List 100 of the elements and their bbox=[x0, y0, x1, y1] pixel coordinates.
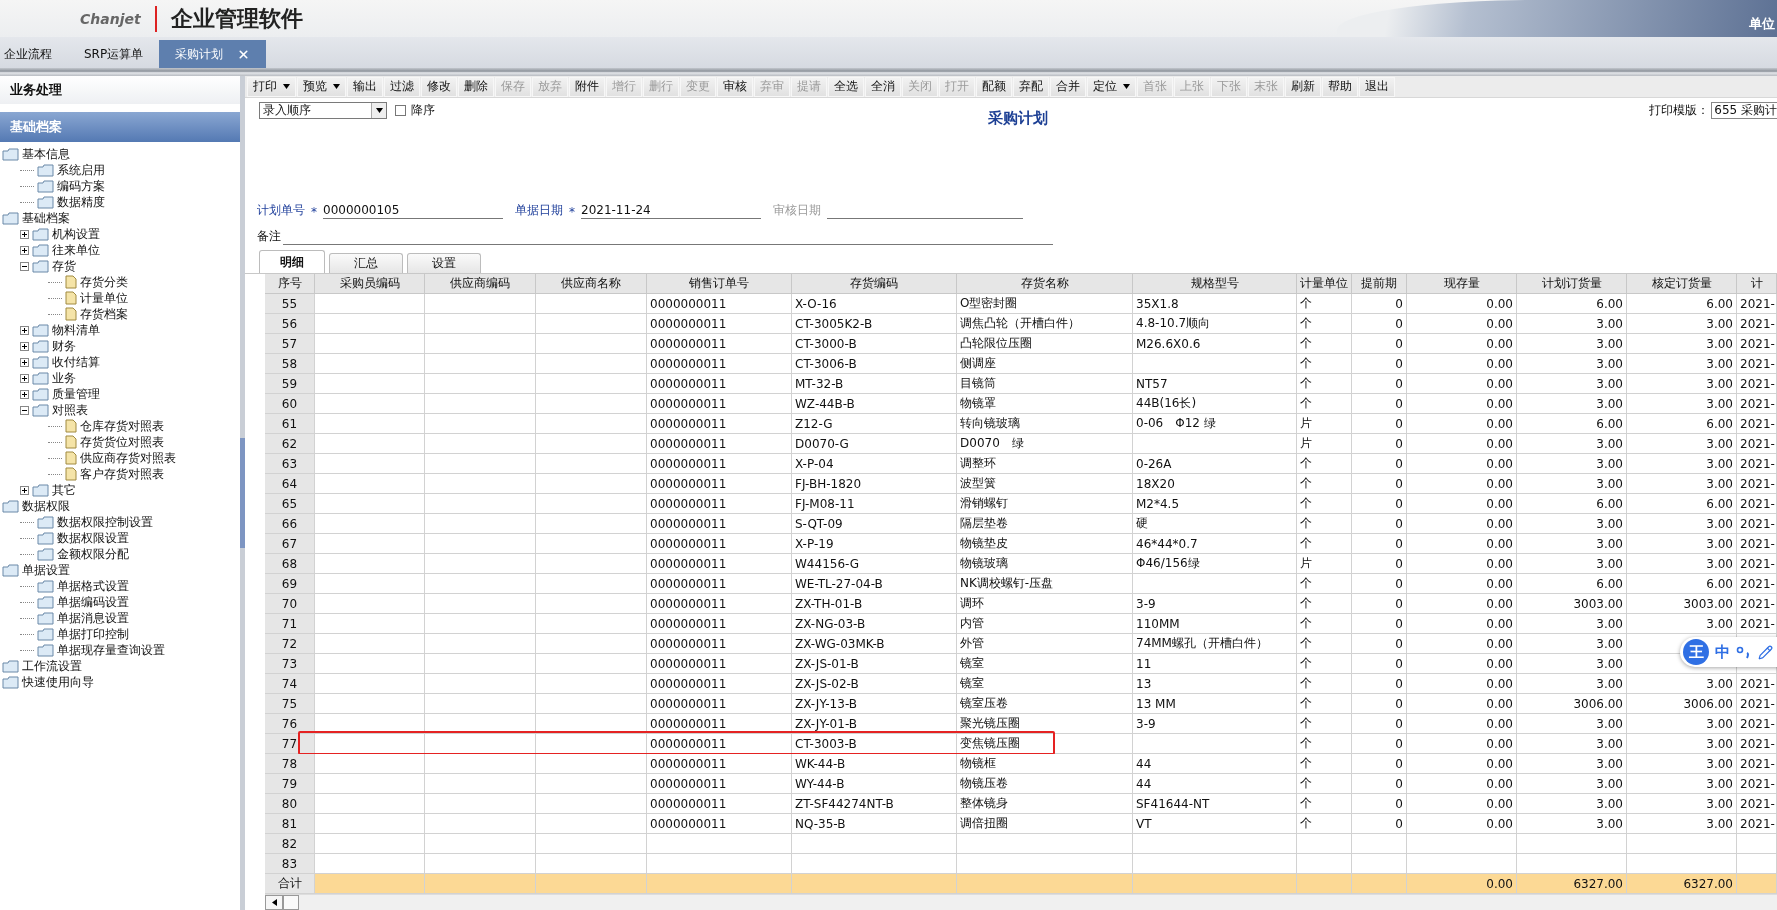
document-tab[interactable]: 企业流程 bbox=[0, 40, 68, 68]
tree-item[interactable]: 往来单位 bbox=[52, 241, 100, 259]
tree-item[interactable]: 数据权限 bbox=[22, 497, 70, 515]
toolbar-button[interactable]: 帮助 bbox=[1322, 76, 1358, 97]
detail-tab[interactable]: 明细 bbox=[259, 250, 325, 273]
tree-item[interactable]: 客户存货对照表 bbox=[80, 465, 164, 483]
table-cell: 2021- bbox=[1737, 534, 1777, 554]
tree-item[interactable]: 仓库存货对照表 bbox=[80, 417, 164, 435]
column-header[interactable]: 计划订货量 bbox=[1517, 274, 1627, 294]
expand-toggle-icon[interactable] bbox=[20, 357, 29, 367]
expand-toggle-icon[interactable] bbox=[20, 341, 29, 351]
toolbar-button[interactable]: 打印 bbox=[247, 76, 296, 97]
toolbar-button[interactable]: 附件 bbox=[569, 76, 605, 97]
table-cell: 6.00 bbox=[1627, 414, 1737, 434]
tree-item[interactable]: 存货 bbox=[52, 257, 76, 275]
tree-item[interactable]: 物料清单 bbox=[52, 321, 100, 339]
descending-checkbox[interactable] bbox=[395, 105, 406, 116]
tree-item[interactable]: 供应商存货对照表 bbox=[80, 449, 176, 467]
toolbar-button[interactable]: 全消 bbox=[865, 76, 901, 97]
toolbar-button[interactable]: 过滤 bbox=[384, 76, 420, 97]
table-cell: 转向镜玻璃 bbox=[957, 414, 1133, 434]
column-header[interactable]: 采购员编码 bbox=[315, 274, 425, 294]
scroll-left-button[interactable] bbox=[265, 895, 283, 910]
toolbar-button[interactable]: 合并 bbox=[1050, 76, 1086, 97]
tree-item[interactable]: 金额权限分配 bbox=[57, 545, 129, 563]
tree-item[interactable]: 数据精度 bbox=[57, 193, 105, 211]
sort-select[interactable]: 录入顺序 bbox=[259, 102, 387, 119]
input-field[interactable]: 0000000105 bbox=[323, 203, 503, 220]
tree-item[interactable]: 单据格式设置 bbox=[57, 577, 129, 595]
toolbar-button[interactable]: 输出 bbox=[347, 76, 383, 97]
column-header[interactable]: 核定订货量 bbox=[1627, 274, 1737, 294]
table-cell: 个 bbox=[1297, 694, 1352, 714]
expand-toggle-icon[interactable] bbox=[20, 229, 29, 239]
collapse-toggle-icon[interactable] bbox=[20, 405, 29, 415]
input-field[interactable]: 2021-11-24 bbox=[581, 203, 761, 220]
tree-item[interactable]: 其它 bbox=[52, 481, 76, 499]
table-cell: 物镜框 bbox=[957, 754, 1133, 774]
toolbar-button[interactable]: 退出 bbox=[1359, 76, 1395, 97]
toolbar-button[interactable]: 配额 bbox=[976, 76, 1012, 97]
tree-item[interactable]: 基础档案 bbox=[22, 209, 70, 227]
toolbar-button[interactable]: 弃配 bbox=[1013, 76, 1049, 97]
detail-tab[interactable]: 汇总 bbox=[329, 253, 403, 273]
expand-toggle-icon[interactable] bbox=[20, 325, 29, 335]
tree-item[interactable]: 工作流设置 bbox=[22, 657, 82, 675]
column-header[interactable]: 供应商名称 bbox=[536, 274, 647, 294]
input-method-logo[interactable]: 王 bbox=[1683, 639, 1709, 665]
document-tab[interactable]: SRP运算单 bbox=[68, 40, 160, 68]
punctuation-icon[interactable] bbox=[1736, 645, 1752, 659]
tree-item[interactable]: 数据权限设置 bbox=[57, 529, 129, 547]
tree-item[interactable]: 单据打印控制 bbox=[57, 625, 129, 643]
column-header[interactable]: 提前期 bbox=[1352, 274, 1407, 294]
toolbar-button[interactable]: 删除 bbox=[458, 76, 494, 97]
tree-item[interactable]: 快速使用向导 bbox=[22, 673, 94, 691]
collapse-toggle-icon[interactable] bbox=[20, 261, 29, 271]
expand-toggle-icon[interactable] bbox=[20, 485, 29, 495]
tree-item[interactable]: 对照表 bbox=[52, 401, 88, 419]
expand-toggle-icon[interactable] bbox=[20, 389, 29, 399]
tree-item[interactable]: 存货分类 bbox=[80, 273, 128, 291]
toolbar-button[interactable]: 审核 bbox=[717, 76, 753, 97]
scrollbar-thumb[interactable] bbox=[283, 895, 299, 910]
pen-icon[interactable] bbox=[1758, 644, 1773, 660]
tree-item[interactable]: 收付结算 bbox=[52, 353, 100, 371]
column-header[interactable]: 计量单位 bbox=[1297, 274, 1352, 294]
tree-item[interactable]: 财务 bbox=[52, 337, 76, 355]
tree-item[interactable]: 编码方案 bbox=[57, 177, 105, 195]
tree-item[interactable]: 系统启用 bbox=[57, 161, 105, 179]
tree-item[interactable]: 基本信息 bbox=[22, 145, 70, 163]
column-header[interactable]: 销售订单号 bbox=[647, 274, 792, 294]
column-header[interactable]: 序号 bbox=[265, 274, 315, 294]
input-method-toolbar[interactable]: 王 中 bbox=[1680, 637, 1777, 667]
tree-item[interactable]: 单据现存量查询设置 bbox=[57, 641, 165, 659]
column-header[interactable]: 存货名称 bbox=[957, 274, 1133, 294]
print-template-field[interactable]: 655 采购计 bbox=[1711, 102, 1777, 119]
toolbar-button[interactable]: 定位 bbox=[1087, 76, 1136, 97]
detail-tab[interactable]: 设置 bbox=[407, 253, 481, 273]
input-mode-toggle[interactable]: 中 bbox=[1715, 642, 1730, 662]
tree-item[interactable]: 单据消息设置 bbox=[57, 609, 129, 627]
expand-toggle-icon[interactable] bbox=[20, 373, 29, 383]
toolbar-button[interactable]: 全选 bbox=[828, 76, 864, 97]
column-header[interactable]: 计 bbox=[1737, 274, 1777, 294]
tree-item[interactable]: 机构设置 bbox=[52, 225, 100, 243]
toolbar-button[interactable]: 预览 bbox=[297, 76, 346, 97]
table-cell: 3.00 bbox=[1627, 754, 1737, 774]
column-header[interactable]: 供应商编码 bbox=[425, 274, 536, 294]
toolbar-button[interactable]: 修改 bbox=[421, 76, 457, 97]
tree-item[interactable]: 存货档案 bbox=[80, 305, 128, 323]
tree-item[interactable]: 单据编码设置 bbox=[57, 593, 129, 611]
tree-item[interactable]: 单据设置 bbox=[22, 561, 70, 579]
column-header[interactable]: 现存量 bbox=[1407, 274, 1517, 294]
tree-item[interactable]: 业务 bbox=[52, 369, 76, 387]
tree-item[interactable]: 数据权限控制设置 bbox=[57, 513, 153, 531]
toolbar-button[interactable]: 刷新 bbox=[1285, 76, 1321, 97]
tree-item[interactable]: 计量单位 bbox=[80, 289, 128, 307]
tree-item[interactable]: 存货货位对照表 bbox=[80, 433, 164, 451]
row-number: 83 bbox=[265, 854, 315, 874]
tree-item[interactable]: 质量管理 bbox=[52, 385, 100, 403]
column-header[interactable]: 存货编码 bbox=[792, 274, 957, 294]
document-tab[interactable]: 采购计划 bbox=[159, 40, 267, 68]
expand-toggle-icon[interactable] bbox=[20, 245, 29, 255]
column-header[interactable]: 规格型号 bbox=[1133, 274, 1297, 294]
